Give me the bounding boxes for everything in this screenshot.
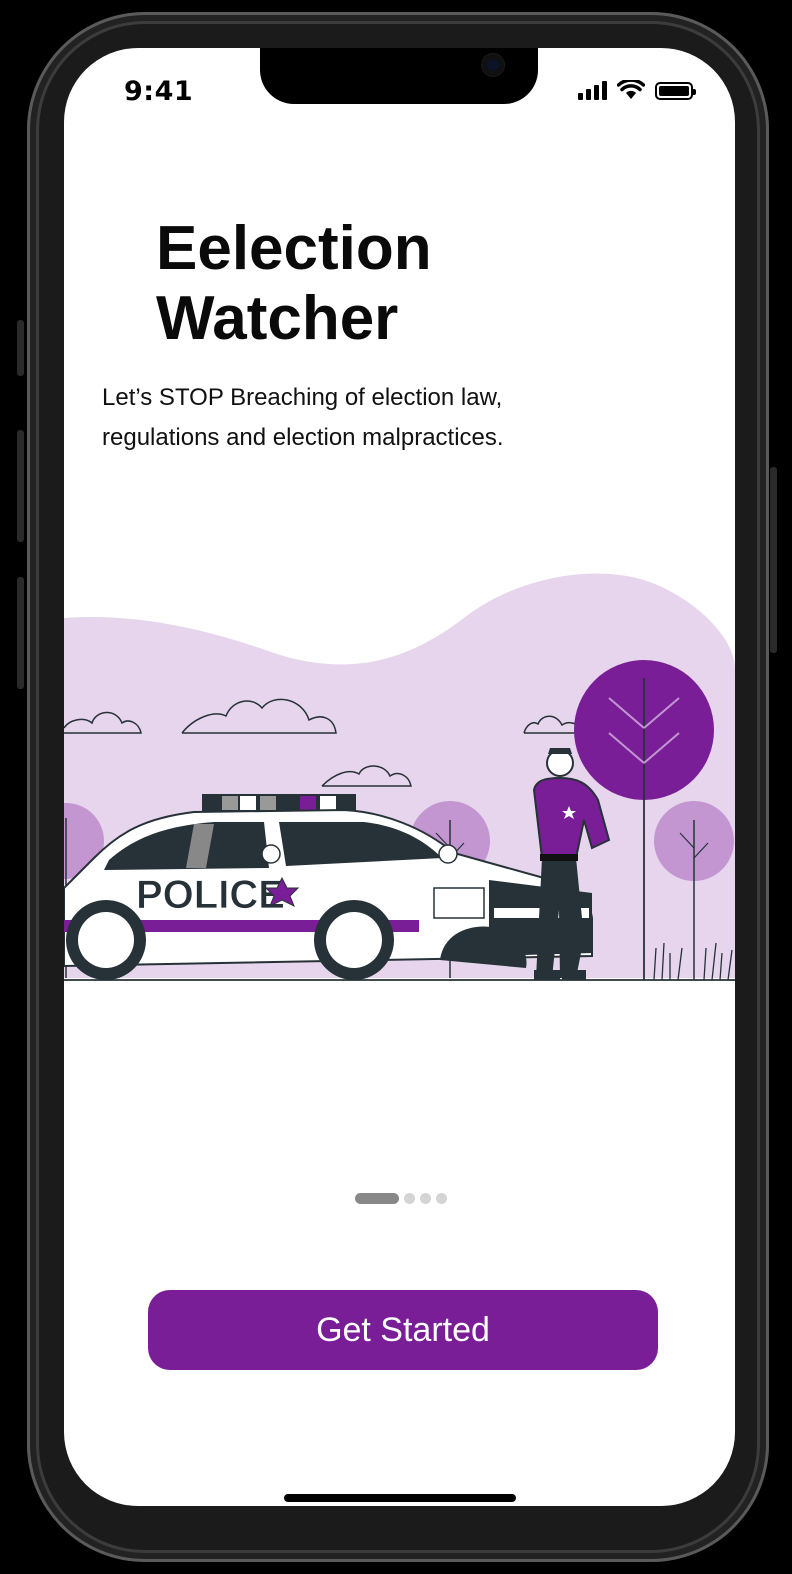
page-title: Eelection Watcher [156, 214, 432, 354]
title-line-1: Eelection [156, 214, 432, 283]
notch [260, 48, 538, 104]
police-illustration: POLICE [64, 573, 735, 981]
cellular-signal-icon [578, 80, 607, 100]
wifi-icon [617, 80, 645, 99]
police-car-label: POLICE [136, 873, 285, 917]
status-icons [578, 80, 696, 100]
status-time: 9:41 [124, 76, 194, 107]
get-started-button[interactable]: Get Started [148, 1290, 658, 1370]
onboarding-description: Let’s STOP Breaching of election law, re… [102, 384, 504, 451]
power-button [770, 467, 777, 653]
car-wheel-icon [66, 900, 146, 980]
home-indicator[interactable] [284, 1494, 516, 1502]
title-line-2: Watcher [156, 284, 399, 353]
onboarding-screen: 9:41 Eelection Watcher Let’s STOP Breach… [64, 48, 735, 1506]
page-indicator-dot[interactable] [436, 1193, 447, 1204]
front-camera-icon [482, 54, 504, 76]
volume-up-button [17, 430, 24, 542]
volume-down-button [17, 577, 24, 689]
page-indicator-dot[interactable] [420, 1193, 431, 1204]
page-indicator [355, 1193, 447, 1204]
car-wheel-icon [314, 900, 394, 980]
mute-switch [17, 320, 24, 376]
page-indicator-dot-active[interactable] [355, 1193, 399, 1204]
page-indicator-dot[interactable] [404, 1193, 415, 1204]
battery-icon [655, 82, 696, 100]
